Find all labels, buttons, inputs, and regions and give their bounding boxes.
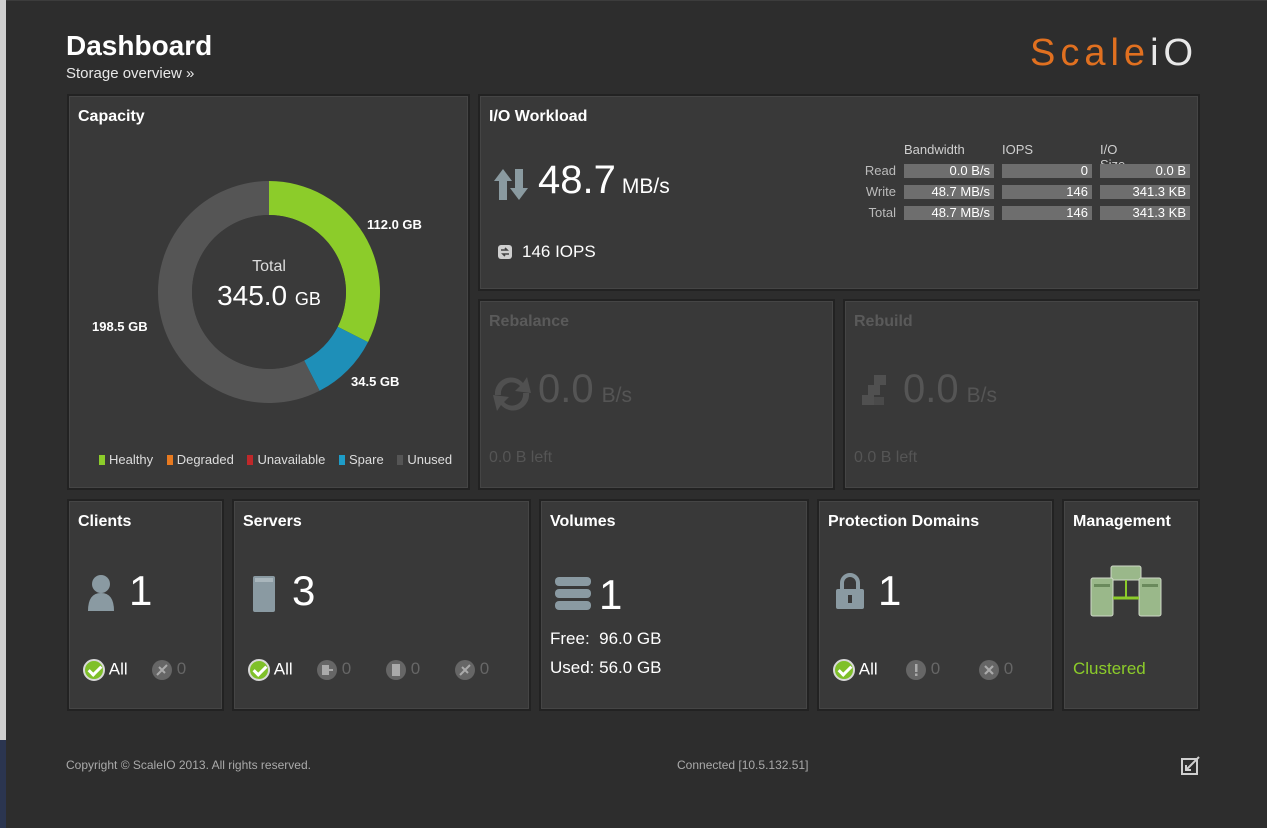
protection-domains-title: Protection Domains xyxy=(828,513,980,530)
io-workload-panel[interactable]: I/O Workload 48.7 MB/s 146 IOPS Bandwidth… xyxy=(478,94,1200,291)
protection-domains-panel[interactable]: Protection Domains 1 All 0 0 xyxy=(817,499,1054,711)
server-icon xyxy=(253,576,275,612)
clients-panel[interactable]: Clients 1 All 0 xyxy=(67,499,224,711)
cell-total-bandwidth: 48.7 MB/s xyxy=(904,206,994,220)
io-iops-text: 146 IOPS xyxy=(522,242,596,261)
io-bandwidth-value: 48.7 MB/s xyxy=(538,158,670,202)
rebalance-remaining: 0.0 B left xyxy=(489,449,553,466)
volumes-title: Volumes xyxy=(550,513,616,530)
disconnected-icon xyxy=(152,659,172,680)
user-icon xyxy=(88,575,114,611)
cell-write-size: 341.3 KB xyxy=(1100,185,1190,199)
check-icon xyxy=(83,659,105,681)
col-header-iops: IOPS xyxy=(1002,142,1034,157)
volumes-free: Free: 96.0 GB xyxy=(550,629,662,648)
capacity-spare-label: 34.5 GB xyxy=(351,374,400,389)
io-workload-title: I/O Workload xyxy=(489,108,588,125)
legend-item-healthy: Healthy xyxy=(99,452,153,467)
protection-domains-count: 1 xyxy=(878,567,902,614)
page-title: Dashboard xyxy=(66,30,213,61)
capacity-total-value: 345.0 GB xyxy=(217,280,321,311)
protection-all-status[interactable]: All xyxy=(833,659,878,681)
rebuild-value: 0.0 B/s xyxy=(903,367,997,411)
clients-all-status[interactable]: All xyxy=(83,659,128,681)
row-label-read: Read xyxy=(864,163,896,178)
copyright-text: Copyright © ScaleIO 2013. All rights res… xyxy=(66,758,311,772)
server-small-icon xyxy=(386,659,406,680)
protection-error-status[interactable]: 0 xyxy=(979,659,1013,680)
capacity-legend: Healthy Degraded Unavailable Spare Unuse… xyxy=(99,452,462,467)
legend-item-spare: Spare xyxy=(339,452,384,467)
cell-read-bandwidth: 0.0 B/s xyxy=(904,164,994,178)
servers-count: 3 xyxy=(292,567,316,614)
cell-write-bandwidth: 48.7 MB/s xyxy=(904,185,994,199)
legend-item-degraded: Degraded xyxy=(166,452,234,467)
capacity-unused-label: 198.5 GB xyxy=(92,319,148,334)
servers-title: Servers xyxy=(243,513,302,530)
lock-icon xyxy=(836,573,864,609)
cell-total-iops: 146 xyxy=(1002,206,1092,220)
rebalance-value: 0.0 B/s xyxy=(538,367,632,411)
protection-warning-status[interactable]: 0 xyxy=(906,659,940,680)
rebuild-icon xyxy=(862,375,886,405)
servers-status-1[interactable]: 0 xyxy=(317,659,351,680)
rebuild-title: Rebuild xyxy=(854,313,913,330)
rebalance-icon xyxy=(493,377,531,411)
rebuild-panel[interactable]: Rebuild 0.0 B/s 0.0 B left xyxy=(843,299,1200,490)
servers-status-2[interactable]: 0 xyxy=(386,659,420,680)
cluster-icon xyxy=(1090,565,1162,617)
row-label-write: Write xyxy=(865,184,896,199)
cell-write-iops: 146 xyxy=(1002,185,1092,199)
capacity-healthy-label: 112.0 GB xyxy=(367,217,422,232)
storage-overview-link[interactable]: Storage overview » xyxy=(66,65,194,82)
volumes-panel[interactable]: Volumes 1 Free: 96.0 GB Used: 56.0 GB xyxy=(539,499,809,711)
cell-total-size: 341.3 KB xyxy=(1100,206,1190,220)
rebalance-panel[interactable]: Rebalance 0.0 B/s 0.0 B left xyxy=(478,299,835,490)
management-title: Management xyxy=(1073,513,1171,530)
volumes-used: Used: 56.0 GB xyxy=(550,658,662,677)
cell-read-size: 0.0 B xyxy=(1100,164,1190,178)
cell-read-iops: 0 xyxy=(1002,164,1092,178)
rebuild-remaining: 0.0 B left xyxy=(854,449,918,466)
capacity-title: Capacity xyxy=(78,108,145,125)
management-panel[interactable]: Management Clustered xyxy=(1062,499,1200,711)
legend-item-unavailable: Unavailable xyxy=(247,452,325,467)
error-icon xyxy=(979,659,999,680)
management-status: Clustered xyxy=(1073,659,1146,678)
servers-panel[interactable]: Servers 3 All 0 0 0 xyxy=(232,499,531,711)
volumes-stack-icon xyxy=(555,577,591,610)
server-exit-icon xyxy=(317,659,337,680)
connection-status: Connected [10.5.132.51] xyxy=(677,758,809,772)
check-icon xyxy=(248,659,270,681)
servers-status-3[interactable]: 0 xyxy=(455,659,489,680)
check-icon xyxy=(833,659,855,681)
disconnected-icon xyxy=(455,659,475,680)
clients-count: 1 xyxy=(129,567,153,614)
row-label-total: Total xyxy=(868,205,896,220)
clients-disconnected-status[interactable]: 0 xyxy=(152,659,186,680)
io-arrows-icon xyxy=(494,169,528,200)
capacity-total-label: Total xyxy=(252,258,286,275)
edit-icon[interactable] xyxy=(1181,756,1201,776)
col-header-bandwidth: Bandwidth xyxy=(904,142,965,157)
iops-icon xyxy=(498,245,512,259)
warning-icon xyxy=(906,659,926,680)
servers-all-status[interactable]: All xyxy=(248,659,293,681)
legend-item-unused: Unused xyxy=(397,452,452,467)
volumes-count: 1 xyxy=(599,571,623,618)
rebalance-title: Rebalance xyxy=(489,313,570,330)
capacity-panel[interactable]: Capacity Total 345.0 GB 112.0 GB 34.5 GB… xyxy=(67,94,470,490)
scaleio-logo: ScaleiO xyxy=(1030,32,1199,74)
clients-title: Clients xyxy=(78,513,132,530)
